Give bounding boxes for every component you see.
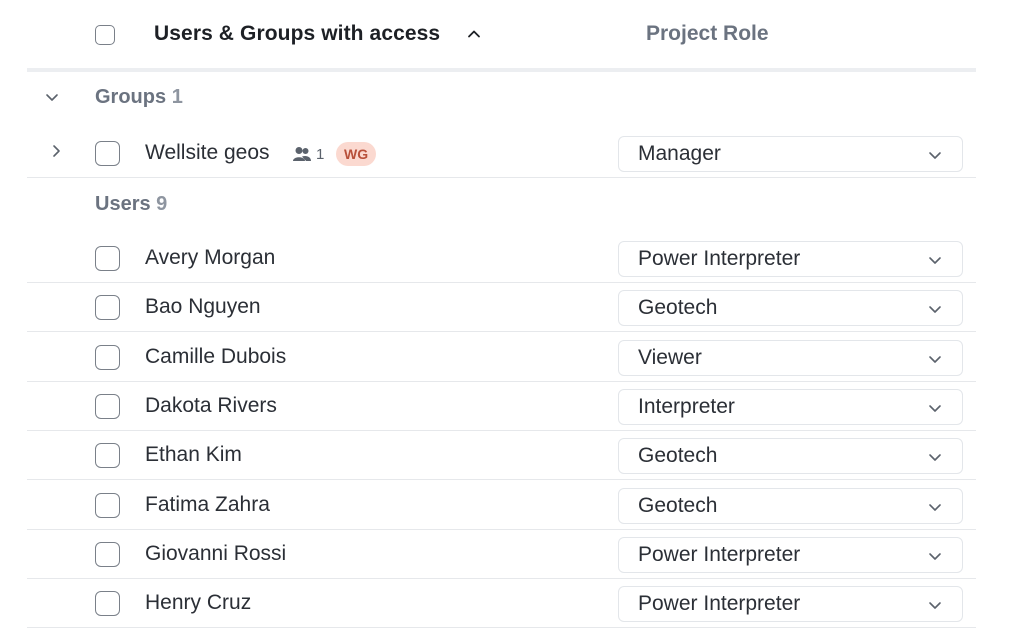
project-role-value: Interpreter — [638, 394, 735, 418]
project-role-value: Viewer — [638, 345, 702, 369]
chevron-down-icon — [929, 602, 941, 609]
select-all-checkbox[interactable] — [95, 25, 115, 45]
project-role-value: Power Interpreter — [638, 542, 801, 566]
project-role-column-header[interactable]: Project Role — [646, 22, 769, 46]
table-header: Users & Groups with access Project Role — [27, 0, 976, 72]
access-table: Users & Groups with access Project Role … — [27, 0, 976, 628]
row-checkbox[interactable] — [95, 295, 120, 321]
user-name: Ethan Kim — [145, 443, 242, 467]
member-count: 1 — [292, 143, 324, 165]
project-role-select[interactable]: Manager — [618, 136, 963, 172]
chevron-down-icon[interactable] — [45, 90, 59, 104]
group-name: Wellsite geos — [145, 141, 270, 164]
chevron-down-icon — [929, 405, 941, 412]
users-groups-column-header[interactable]: Users & Groups with access — [154, 22, 440, 46]
row-checkbox[interactable] — [95, 393, 120, 419]
project-role-select[interactable]: Geotech — [618, 487, 963, 524]
chevron-down-icon — [929, 503, 941, 511]
users-section-title: Users 9 — [95, 193, 167, 216]
row-checkbox[interactable] — [95, 492, 120, 518]
users-icon — [293, 147, 311, 161]
row-checkbox[interactable] — [95, 344, 120, 370]
project-role-value: Power Interpreter — [638, 592, 801, 616]
member-count-value: 1 — [316, 145, 325, 163]
chevron-right-icon[interactable] — [49, 144, 63, 158]
group-initials-badge: WG — [336, 142, 377, 166]
project-role-select[interactable]: Interpreter — [618, 388, 963, 425]
row-checkbox[interactable] — [95, 541, 120, 567]
user-name: Giovanni Rossi — [145, 541, 287, 565]
chevron-down-icon — [929, 454, 941, 461]
user-row[interactable]: Ethan Kim Geotech — [27, 431, 976, 481]
groups-count: 1 — [171, 86, 183, 108]
project-role-select[interactable]: Power Interpreter — [618, 241, 963, 277]
project-role-value: Geotech — [638, 444, 718, 468]
user-row[interactable]: Fatima Zahra Geotech — [27, 481, 976, 530]
users-section-label: Users — [95, 193, 151, 215]
row-checkbox[interactable] — [95, 246, 120, 271]
project-role-value: Power Interpreter — [638, 247, 801, 270]
user-name: Avery Morgan — [145, 246, 276, 269]
project-role-select[interactable]: Viewer — [618, 339, 963, 376]
row-checkbox[interactable] — [95, 141, 120, 166]
user-row[interactable]: Bao Nguyen Geotech — [27, 283, 976, 333]
chevron-down-icon — [929, 355, 941, 363]
project-role-value: Geotech — [638, 296, 718, 320]
user-row[interactable]: Avery Morgan Power Interpreter — [27, 234, 976, 283]
groups-section-title: Groups 1 — [95, 86, 183, 109]
project-role-value: Geotech — [638, 493, 718, 517]
user-name: Bao Nguyen — [145, 295, 261, 319]
user-row[interactable]: Giovanni Rossi Power Interpreter — [27, 530, 976, 579]
chevron-up-icon[interactable] — [467, 27, 481, 41]
groups-section-label: Groups — [95, 86, 167, 108]
row-checkbox[interactable] — [95, 443, 120, 469]
project-role-select[interactable]: Geotech — [618, 438, 963, 475]
chevron-down-icon — [929, 306, 941, 314]
project-role-select[interactable]: Power Interpreter — [618, 536, 963, 573]
project-role-select[interactable]: Geotech — [618, 290, 963, 327]
user-name: Fatima Zahra — [145, 492, 270, 516]
user-name: Dakota Rivers — [145, 393, 277, 417]
chevron-down-icon — [929, 552, 941, 560]
project-role-value: Manager — [638, 142, 721, 165]
project-role-select[interactable]: Power Interpreter — [618, 586, 963, 623]
chevron-down-icon — [929, 257, 941, 264]
user-row[interactable]: Henry Cruz Power Interpreter — [27, 579, 976, 628]
group-row-wellsite-geos[interactable]: Wellsite geos 1 WG Manager — [27, 129, 976, 178]
users-count: 9 — [156, 193, 168, 215]
chevron-down-icon — [929, 152, 941, 159]
row-checkbox[interactable] — [95, 591, 120, 617]
user-row[interactable]: Camille Dubois Viewer — [27, 333, 976, 382]
user-name: Henry Cruz — [145, 591, 252, 615]
user-row[interactable]: Dakota Rivers Interpreter — [27, 382, 976, 431]
user-name: Camille Dubois — [145, 344, 287, 368]
